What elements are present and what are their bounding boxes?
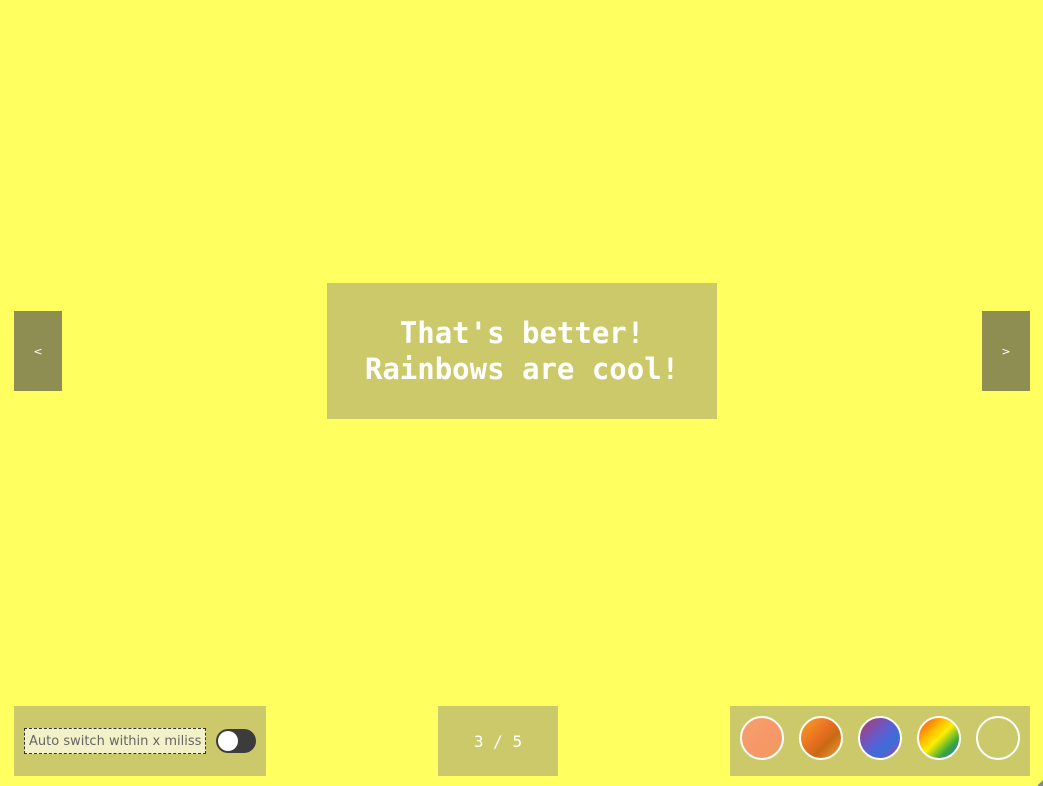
next-button[interactable]: > bbox=[982, 311, 1030, 391]
theme-swatch-rainbow[interactable] bbox=[917, 716, 961, 760]
theme-picker bbox=[730, 706, 1030, 776]
auto-switch-panel bbox=[14, 706, 266, 776]
auto-switch-input[interactable] bbox=[24, 728, 206, 754]
slide-box: That's better! Rainbows are cool! bbox=[327, 283, 717, 419]
resize-handle-icon bbox=[1037, 780, 1043, 786]
slide-counter: 3 / 5 bbox=[438, 706, 558, 776]
auto-switch-toggle[interactable] bbox=[216, 729, 256, 753]
theme-swatch-peach[interactable] bbox=[740, 716, 784, 760]
theme-swatch-orange[interactable] bbox=[799, 716, 843, 760]
slide-text: That's better! Rainbows are cool! bbox=[364, 316, 680, 386]
theme-swatch-purple-blue[interactable] bbox=[858, 716, 902, 760]
theme-swatch-olive[interactable] bbox=[976, 716, 1020, 760]
prev-button[interactable]: < bbox=[14, 311, 62, 391]
toggle-knob bbox=[218, 731, 238, 751]
